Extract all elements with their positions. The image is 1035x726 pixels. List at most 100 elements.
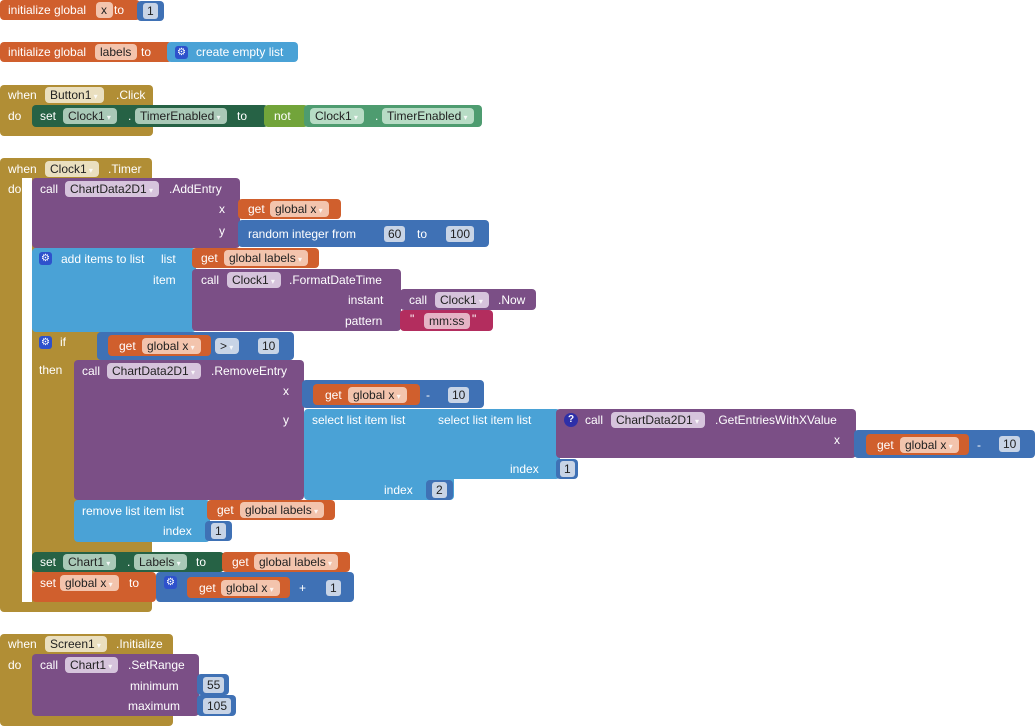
component-dropdown[interactable]: Screen1 [45,636,107,652]
subtract-value[interactable]: 10 [999,436,1021,452]
removeentry-call-block[interactable]: call ChartData2D1 .RemoveEntry x y [74,360,304,500]
dot: . [127,555,131,569]
index-label: index [510,462,539,476]
component-dropdown[interactable]: Clock1 [310,108,364,124]
get-global-x-block[interactable]: get global x [108,335,211,356]
get-keyword: get [232,555,249,569]
help-icon[interactable]: ? [564,413,578,427]
set-keyword: set [40,109,57,123]
var-name-field[interactable]: labels [95,44,138,60]
number-block[interactable]: 105 [197,695,236,716]
gear-icon[interactable]: ⚙ [175,46,188,59]
number-block[interactable]: 55 [197,674,229,695]
component-dropdown[interactable]: Clock1 [63,108,117,124]
index-label: index [384,483,413,497]
index-label: index [163,524,192,538]
number-block[interactable]: 2 [426,480,453,500]
get-keyword: get [217,503,234,517]
component-dropdown[interactable]: Chart1 [63,554,117,570]
get-global-labels-block[interactable]: get global labels [192,248,319,268]
when-keyword: when [8,637,37,651]
add-value[interactable]: 1 [326,580,341,596]
init-global-labels-block[interactable]: initialize global labels to [0,42,172,62]
component-dropdown[interactable]: ChartData2D1 [65,181,159,197]
gear-icon[interactable]: ⚙ [164,576,177,589]
x-label: x [283,384,289,398]
number-block[interactable]: 1 [556,459,578,479]
number-value[interactable]: 1 [143,3,158,19]
component-dropdown[interactable]: Chart1 [65,657,119,673]
random-integer-block[interactable]: random integer from 60 to 100 [238,220,489,247]
from-value[interactable]: 60 [384,226,406,242]
variable-dropdown[interactable]: global labels [224,250,308,266]
property-dropdown[interactable]: TimerEnabled [382,108,474,124]
add-items-label: add items to list [61,252,145,266]
not-block[interactable]: not [264,105,308,127]
dot: . [375,109,379,123]
get-keyword: get [325,388,342,402]
property-dropdown[interactable]: Labels [134,554,187,570]
call-keyword: call [82,364,101,378]
init-global-x-block[interactable]: initialize global x to [0,0,140,20]
get-global-x-block[interactable]: get global x [187,577,290,598]
get-keyword: get [119,339,136,353]
index-value[interactable]: 1 [560,461,575,477]
to-value[interactable]: 100 [446,226,475,242]
variable-dropdown[interactable]: global x [348,387,407,403]
get-global-x-block[interactable]: get global x [866,434,969,455]
text-value[interactable]: mm:ss [424,313,471,329]
number-block[interactable]: 1 [137,1,164,21]
dot: . [128,109,132,123]
variable-dropdown[interactable]: global x [142,338,201,354]
call-keyword: call [201,273,220,287]
component-dropdown[interactable]: Clock1 [45,161,99,177]
get-global-labels-block[interactable]: get global labels [207,500,335,520]
text-string-block[interactable]: " mm:ss " [400,310,493,331]
variable-dropdown[interactable]: global x [270,201,329,217]
gear-icon[interactable]: ⚙ [39,336,52,349]
var-name-field[interactable]: x [96,2,113,18]
x-label: x [834,433,840,447]
number-block[interactable]: 1 [205,521,232,541]
item-label: item [153,273,176,287]
set-global-x-block[interactable]: set global x to [32,572,156,602]
getentrieswithxvalue-call-block[interactable]: ? call ChartData2D1 .GetEntriesWithXValu… [556,409,856,458]
component-dropdown[interactable]: Clock1 [435,292,489,308]
property-dropdown[interactable]: TimerEnabled [135,108,227,124]
setrange-call-block[interactable]: call Chart1 .SetRange minimum maximum [32,654,199,716]
index-value[interactable]: 1 [211,523,226,539]
component-dropdown[interactable]: ChartData2D1 [611,412,705,428]
clock-now-call-block[interactable]: call Clock1 .Now [400,289,536,310]
component-dropdown[interactable]: Clock1 [227,272,281,288]
open-quote: " [410,312,415,326]
minimum-value[interactable]: 55 [203,677,225,693]
variable-dropdown[interactable]: global x [60,575,119,591]
addentry-call-block[interactable]: call ChartData2D1 .AddEntry x y [32,178,240,248]
method-name: .AddEntry [169,182,222,196]
call-keyword: call [40,182,59,196]
variable-dropdown[interactable]: global x [221,580,280,596]
get-timerenabled-block[interactable]: Clock1 . TimerEnabled [304,105,482,127]
variable-dropdown[interactable]: global labels [240,502,324,518]
operator-dropdown[interactable]: > [215,338,240,354]
gear-icon[interactable]: ⚙ [39,252,52,265]
get-global-x-block[interactable]: get global x [313,384,420,405]
variable-dropdown[interactable]: global x [900,437,959,453]
compare-value[interactable]: 10 [258,338,280,354]
get-global-x-block[interactable]: get global x [238,199,341,219]
subtract-value[interactable]: 10 [448,387,470,403]
select-list-item-inner-block[interactable]: select list item list index [430,409,560,479]
index-value[interactable]: 2 [432,482,447,498]
get-keyword: get [201,251,218,265]
component-dropdown[interactable]: Button1 [45,87,104,103]
maximum-value[interactable]: 105 [203,698,232,714]
set-timerenabled-block[interactable]: set Clock1 . TimerEnabled to [32,105,268,127]
remove-list-item-block[interactable]: remove list item list index [74,500,210,542]
get-global-labels-block[interactable]: get global labels [222,552,350,572]
create-empty-list-block[interactable]: ⚙ create empty list [167,42,298,62]
variable-dropdown[interactable]: global labels [254,554,338,570]
formatdatetime-call-block[interactable]: call Clock1 .FormatDateTime instant patt… [192,269,401,331]
set-chart-labels-block[interactable]: set Chart1 . Labels to [32,552,224,572]
component-dropdown[interactable]: ChartData2D1 [107,363,201,379]
add-items-to-list-block[interactable]: ⚙ add items to list list item [32,248,196,332]
